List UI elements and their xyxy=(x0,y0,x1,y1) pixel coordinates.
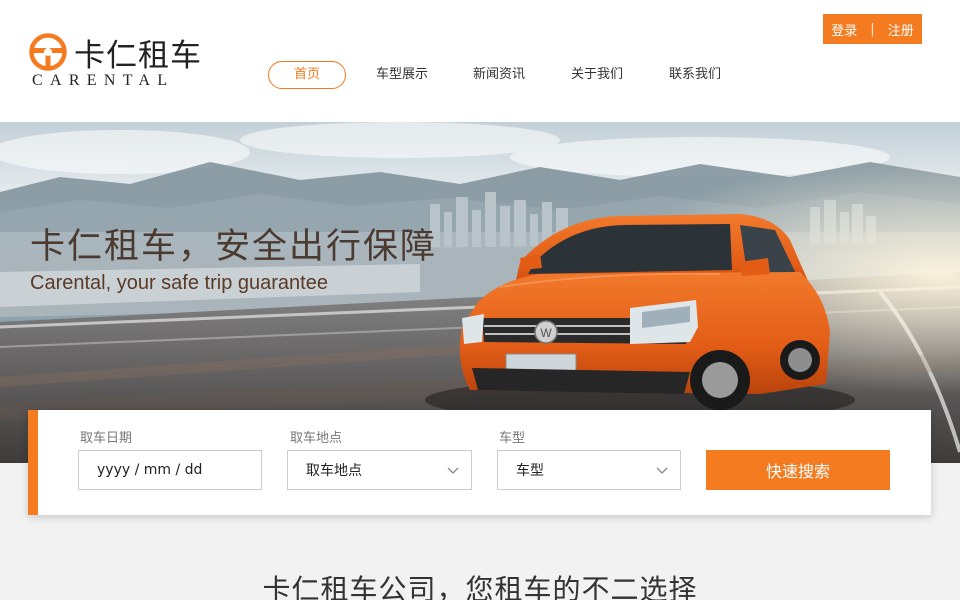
register-link[interactable]: 注册 xyxy=(888,20,914,39)
nav-item-contact[interactable]: 联系我们 xyxy=(669,61,721,89)
pickup-date-label: 取车日期 xyxy=(80,431,133,446)
svg-text:W: W xyxy=(540,326,552,340)
pickup-date-value: yyyy / mm / dd xyxy=(97,462,203,478)
auth-separator: | xyxy=(870,21,875,37)
car-model-value: 车型 xyxy=(516,463,544,479)
nav-item-models[interactable]: 车型展示 xyxy=(376,61,428,89)
chevron-down-icon xyxy=(656,467,668,474)
pickup-location-select[interactable]: 取车地点 xyxy=(287,450,472,490)
login-link[interactable]: 登录 xyxy=(831,20,857,39)
brand-name-en: CARENTAL xyxy=(32,72,175,89)
brand-name-cn: 卡仁租车 xyxy=(74,38,202,74)
hero-subtitle: Carental, your safe trip guarantee xyxy=(30,272,328,294)
site-header: 卡仁租车 CARENTAL 首页 车型展示 新闻资讯 关于我们 联系我们 登录 … xyxy=(0,0,960,122)
car-model-select[interactable]: 车型 xyxy=(497,450,681,490)
section-title: 卡仁租车公司，您租车的不二选择 xyxy=(262,573,698,600)
chevron-down-icon xyxy=(447,467,459,474)
pickup-location-label: 取车地点 xyxy=(290,431,343,446)
pickup-location-value: 取车地点 xyxy=(306,463,362,479)
car-model-label: 车型 xyxy=(499,431,526,446)
quick-search-panel: 取车日期 yyyy / mm / dd 取车地点 取车地点 车型 车型 快速搜索 xyxy=(28,410,931,515)
hero-title: 卡仁租车，安全出行保障 xyxy=(30,227,438,267)
nav-item-about[interactable]: 关于我们 xyxy=(571,61,623,89)
auth-bar: 登录 | 注册 xyxy=(823,14,922,44)
nav-item-news[interactable]: 新闻资讯 xyxy=(473,61,525,89)
brand-logo[interactable]: 卡仁租车 CARENTAL xyxy=(28,30,201,92)
nav-item-home[interactable]: 首页 xyxy=(268,61,346,89)
steering-wheel-icon xyxy=(29,33,67,71)
pickup-date-input[interactable]: yyyy / mm / dd xyxy=(78,450,262,490)
quick-search-button[interactable]: 快速搜索 xyxy=(706,450,890,490)
